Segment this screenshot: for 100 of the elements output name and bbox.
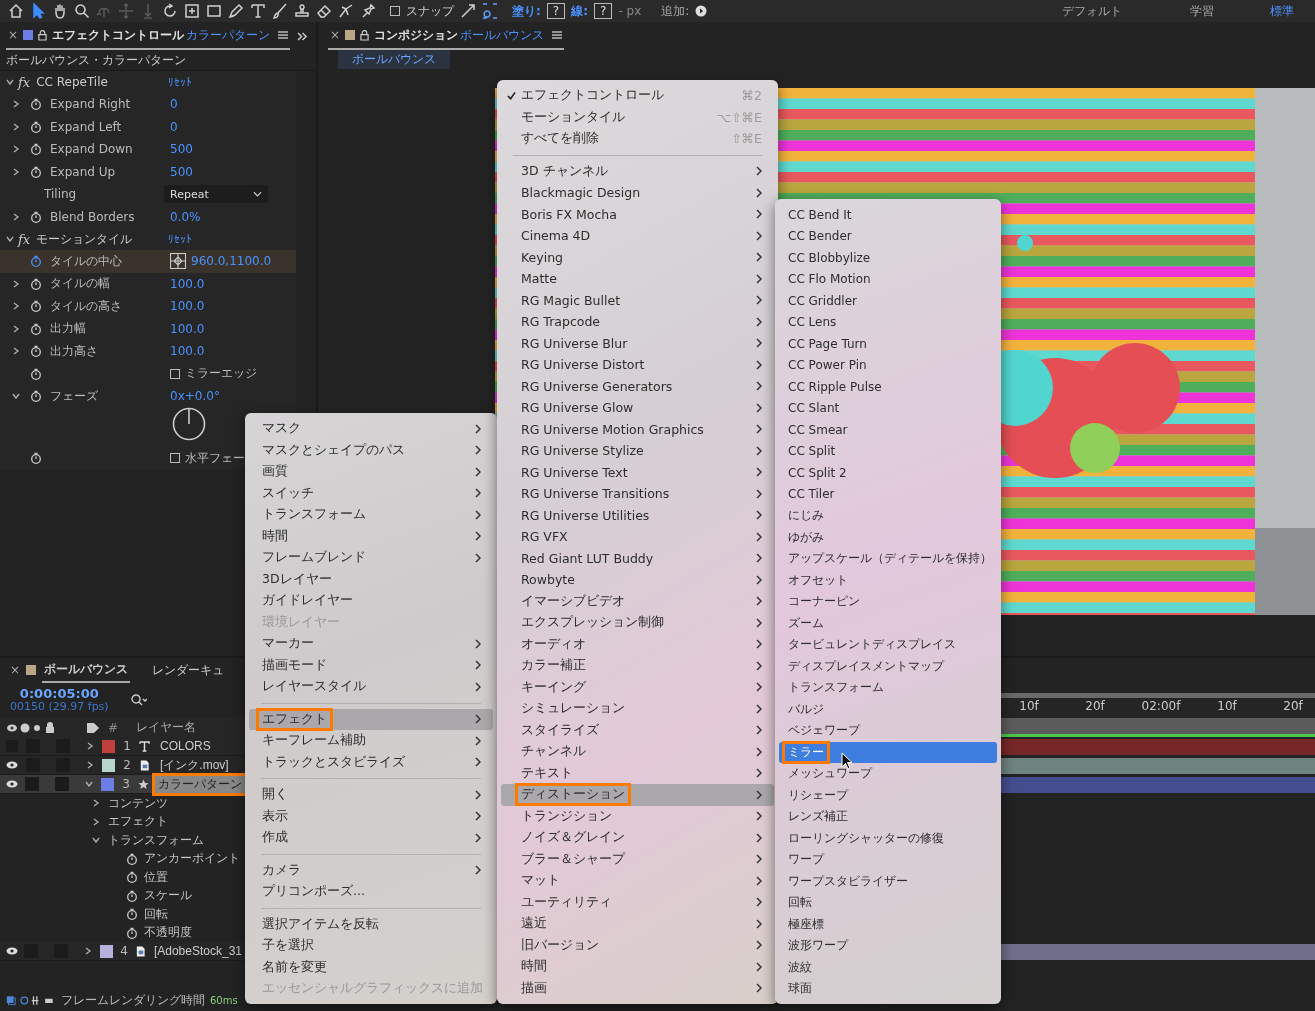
- menu-item[interactable]: プリコンポーズ...: [249, 881, 493, 903]
- menu-item[interactable]: スイッチ: [249, 482, 493, 504]
- menu-item[interactable]: イマーシブビデオ: [501, 590, 774, 612]
- stamp-icon[interactable]: [294, 3, 310, 19]
- menu-item[interactable]: トラックとスタビライズ: [249, 751, 493, 773]
- layer-name[interactable]: COLORS: [157, 739, 214, 753]
- timeline-switches-icon[interactable]: [6, 994, 56, 1006]
- menu-item[interactable]: CC Slant: [779, 397, 997, 419]
- hand-icon[interactable]: [52, 3, 68, 19]
- pin-icon[interactable]: [360, 3, 376, 19]
- param-value[interactable]: 100.0: [170, 299, 205, 314]
- roto-brush-icon[interactable]: [338, 3, 354, 19]
- panel-title[interactable]: エフェクトコントロール: [52, 26, 185, 44]
- menu-item[interactable]: エクスプレッション制御: [501, 612, 774, 634]
- menu-item[interactable]: RG VFX: [501, 526, 774, 548]
- add-menu-icon[interactable]: [695, 5, 708, 17]
- stopwatch-icon[interactable]: [30, 165, 42, 178]
- stopwatch-icon[interactable]: [30, 345, 42, 358]
- search-icon[interactable]: [130, 694, 147, 706]
- menu-item[interactable]: CC Tiler: [779, 483, 997, 505]
- label-color-swatch[interactable]: [100, 944, 114, 958]
- lock-icon[interactable]: [38, 29, 48, 41]
- menu-item[interactable]: 遠近: [501, 913, 774, 935]
- composition-name[interactable]: ボールバウンス: [460, 26, 545, 44]
- add-label[interactable]: 追加:: [661, 2, 690, 20]
- timeline-tab[interactable]: ボールバウンス: [42, 657, 131, 683]
- pointer-icon[interactable]: [30, 3, 46, 19]
- menu-item[interactable]: CC Split 2: [779, 462, 997, 484]
- menu-item[interactable]: ローリングシャッターの修復: [779, 827, 997, 849]
- menu-item[interactable]: トランスフォーム: [249, 504, 493, 526]
- menu-item[interactable]: Boris FX Mocha: [501, 203, 774, 225]
- menu-item[interactable]: Cinema 4D: [501, 225, 774, 247]
- menu-item[interactable]: ユーティリティ: [501, 891, 774, 913]
- menu-item[interactable]: 選択アイテムを反転: [249, 913, 493, 935]
- menu-item[interactable]: 時間: [249, 525, 493, 547]
- menu-item[interactable]: RG Universe Generators: [501, 375, 774, 397]
- home-icon[interactable]: [8, 3, 24, 19]
- layer-name[interactable]: カラーパターン: [155, 775, 245, 793]
- menu-item[interactable]: テキスト: [501, 762, 774, 784]
- menu-item[interactable]: オーディオ: [501, 633, 774, 655]
- menu-item[interactable]: レイヤースタイル: [249, 676, 493, 698]
- stopwatch-icon[interactable]: [30, 322, 42, 335]
- menu-item[interactable]: マーカー: [249, 633, 493, 655]
- snap-checkbox[interactable]: [390, 6, 400, 16]
- menu-item[interactable]: マスクとシェイプのパス: [249, 439, 493, 461]
- menu-item[interactable]: ディスプレイスメントマップ: [779, 655, 997, 677]
- eye-icon[interactable]: [6, 947, 18, 955]
- menu-item[interactable]: Red Giant LUT Buddy: [501, 547, 774, 569]
- menu-item[interactable]: RG Magic Bullet: [501, 289, 774, 311]
- layer-name[interactable]: [AdobeStock_31: [150, 944, 245, 958]
- effect-name[interactable]: モーションタイル: [36, 230, 169, 248]
- menu-item[interactable]: ノイズ＆グレイン: [501, 827, 774, 849]
- reset-link[interactable]: ﾘｾｯﾄ: [168, 75, 193, 89]
- menu-item[interactable]: 極座標: [779, 913, 997, 935]
- menu-item[interactable]: スタイライズ: [501, 719, 774, 741]
- menu-item[interactable]: 旧バージョン: [501, 934, 774, 956]
- rectangle-icon[interactable]: [206, 3, 222, 19]
- stopwatch-icon[interactable]: [126, 852, 138, 865]
- menu-item[interactable]: トランスフォーム: [779, 677, 997, 699]
- menu-item[interactable]: 回転: [779, 892, 997, 914]
- snap-target-icon[interactable]: [482, 3, 498, 19]
- reset-link[interactable]: ﾘｾｯﾄ: [168, 232, 193, 246]
- menu-item[interactable]: RG Universe Transitions: [501, 483, 774, 505]
- menu-item[interactable]: オフセット: [779, 569, 997, 591]
- menu-item[interactable]: カメラ: [249, 859, 493, 881]
- menu-item[interactable]: CC Page Turn: [779, 333, 997, 355]
- anchor-point-icon[interactable]: [184, 3, 200, 19]
- menu-item[interactable]: Blackmagic Design: [501, 182, 774, 204]
- lock-icon[interactable]: [360, 29, 370, 41]
- property-group[interactable]: エフェクト: [108, 813, 168, 831]
- workspace-tab[interactable]: 標準: [1257, 2, 1307, 20]
- layer-row[interactable]: 1 COLORS: [0, 737, 245, 756]
- menu-item[interactable]: RG Trapcode: [501, 311, 774, 333]
- param-value[interactable]: 100.0: [170, 321, 205, 336]
- composition-tab[interactable]: ボールバウンス: [338, 50, 450, 69]
- menu-item[interactable]: メッシュワープ: [779, 763, 997, 785]
- menu-item[interactable]: 3Dレイヤー: [249, 568, 493, 590]
- stopwatch-icon[interactable]: [126, 889, 138, 902]
- menu-item[interactable]: 描画: [501, 977, 774, 999]
- close-icon[interactable]: ×: [10, 663, 21, 677]
- param-value[interactable]: 500: [170, 142, 193, 157]
- menu-item[interactable]: 球面: [779, 978, 997, 1000]
- menu-item[interactable]: Rowbyte: [501, 569, 774, 591]
- menu-item[interactable]: 波形ワープ: [779, 935, 997, 957]
- menu-item[interactable]: RG Universe Glow: [501, 397, 774, 419]
- menu-item[interactable]: Matte: [501, 268, 774, 290]
- menu-item[interactable]: チャンネル: [501, 741, 774, 763]
- menu-item[interactable]: すべてを削除 ⇧⌘E: [501, 128, 774, 150]
- layer-row[interactable]: 4 [AdobeStock_31: [0, 942, 245, 961]
- snap-arrow-icon[interactable]: [460, 3, 476, 19]
- stopwatch-icon[interactable]: [126, 926, 138, 939]
- property-group[interactable]: コンテンツ: [108, 794, 168, 812]
- param-value[interactable]: 0: [170, 97, 178, 112]
- menu-item[interactable]: コーナーピン: [779, 591, 997, 613]
- property-group[interactable]: トランスフォーム: [108, 831, 204, 849]
- stopwatch-icon[interactable]: [30, 367, 42, 380]
- menu-item[interactable]: ゆがみ: [779, 526, 997, 548]
- menu-item[interactable]: レンズ補正: [779, 806, 997, 828]
- menu-item[interactable]: 作成: [249, 827, 493, 849]
- menu-item[interactable]: リシェープ: [779, 784, 997, 806]
